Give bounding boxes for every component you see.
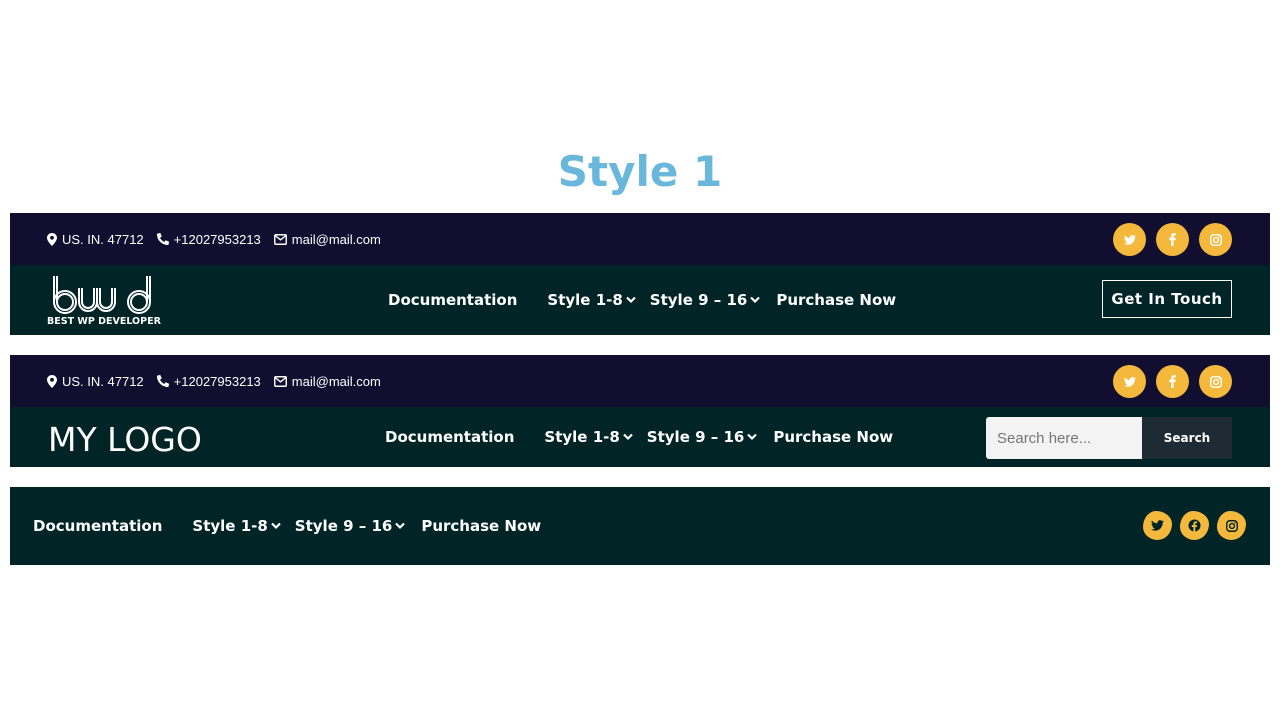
facebook-icon [1169,233,1176,246]
chevron-down-icon [271,522,281,530]
phone-icon [156,233,169,245]
twitter-icon [1123,376,1136,387]
contact-info: US. IN. 47712 +12027953213 mail@mail.com [47,213,394,265]
search-button[interactable]: Search [1142,417,1232,459]
nav-label: Style 9 – 16 [649,291,748,309]
nav-documentation[interactable]: Documentation [385,428,514,446]
instagram-link[interactable] [1199,365,1232,398]
nav-documentation[interactable]: Documentation [33,517,162,535]
facebook-link[interactable] [1156,365,1189,398]
social-links [1103,365,1232,398]
social-links [1103,223,1232,256]
instagram-icon [1209,233,1222,246]
nav-style-9-16[interactable]: Style 9 – 16 [650,291,761,309]
main-nav: Documentation Style 1-8 Style 9 – 16 Pur… [388,265,896,335]
address-text: US. IN. 47712 [62,231,144,247]
phone-text: +12027953213 [173,373,261,389]
nav-style-1-8[interactable]: Style 1-8 [192,517,281,535]
contact-info: US. IN. 47712 +12027953213 mail@mail.com [47,355,394,407]
twitter-link[interactable] [1113,223,1146,256]
chevron-down-icon [750,296,761,304]
facebook-link[interactable] [1156,223,1189,256]
nav-style-9-16[interactable]: Style 9 – 16 [295,517,406,535]
nav-label: Style 1-8 [547,291,623,309]
page-title: Style 1 [557,147,723,196]
nav-purchase-now[interactable]: Purchase Now [773,428,893,446]
chevron-down-icon [395,522,406,530]
get-in-touch-button[interactable]: Get In Touch [1102,280,1232,318]
header3-mainbar: Documentation Style 1-8 Style 9 – 16 Pur… [10,487,1270,565]
chevron-down-icon [747,433,758,441]
chevron-down-icon [626,296,636,304]
twitter-link[interactable] [1113,365,1146,398]
bwd-logo[interactable]: BEST WP DEVELOPER [47,274,161,328]
instagram-icon [1225,519,1238,532]
nav-style-1-8[interactable]: Style 1-8 [547,291,636,309]
nav-label: Purchase Now [773,428,894,446]
nav-label: Style 1-8 [192,517,268,535]
map-pin-icon [47,232,57,246]
address-item: US. IN. 47712 [47,232,144,247]
search-form: Search [986,417,1232,459]
twitter-icon [1123,234,1136,245]
nav-purchase-now[interactable]: Purchase Now [776,291,896,309]
map-pin-icon [47,374,57,388]
phone-item[interactable]: +12027953213 [156,231,261,247]
nav-style-9-16[interactable]: Style 9 – 16 [647,428,758,446]
chevron-down-icon [623,433,633,441]
social-links [1135,511,1246,540]
nav-label: Purchase Now [776,291,897,309]
nav-label: Style 9 – 16 [294,517,393,535]
address-text: US. IN. 47712 [62,373,144,389]
header1-topbar: US. IN. 47712 +12027953213 mail@mail.com [10,213,1270,265]
envelope-icon [273,233,287,245]
logo-tagline: BEST WP DEVELOPER [47,316,161,327]
nav-label: Documentation [385,428,515,446]
nav-label: Documentation [388,291,518,309]
main-nav: Documentation Style 1-8 Style 9 – 16 Pur… [33,487,541,565]
email-text: mail@mail.com [291,373,381,389]
bwd-logo-mark [53,276,151,314]
facebook-icon [1188,519,1201,532]
header1-mainbar: BEST WP DEVELOPER Documentation Style 1-… [10,265,1270,335]
nav-label: Documentation [33,517,163,535]
facebook-icon [1169,375,1176,388]
email-item[interactable]: mail@mail.com [273,373,381,389]
instagram-link[interactable] [1217,511,1246,540]
main-nav: Documentation Style 1-8 Style 9 – 16 Pur… [385,407,893,467]
email-item[interactable]: mail@mail.com [273,231,381,247]
header2-topbar: US. IN. 47712 +12027953213 mail@mail.com [10,355,1270,407]
nav-style-1-8[interactable]: Style 1-8 [544,428,633,446]
nav-label: Purchase Now [421,517,542,535]
email-text: mail@mail.com [291,231,381,247]
phone-text: +12027953213 [173,231,261,247]
envelope-icon [273,375,287,387]
nav-documentation[interactable]: Documentation [388,291,517,309]
facebook-link[interactable] [1180,511,1209,540]
search-input[interactable] [986,417,1142,459]
phone-icon [156,375,169,387]
nav-label: Style 1-8 [544,428,620,446]
address-item: US. IN. 47712 [47,374,144,389]
nav-purchase-now[interactable]: Purchase Now [421,517,541,535]
twitter-link[interactable] [1143,511,1172,540]
twitter-icon [1151,520,1164,531]
instagram-icon [1209,375,1222,388]
my-logo[interactable]: MY LOGO [48,420,202,459]
instagram-link[interactable] [1199,223,1232,256]
header2-mainbar: MY LOGO Documentation Style 1-8 Style 9 … [10,407,1270,467]
nav-label: Style 9 – 16 [646,428,745,446]
phone-item[interactable]: +12027953213 [156,373,261,389]
